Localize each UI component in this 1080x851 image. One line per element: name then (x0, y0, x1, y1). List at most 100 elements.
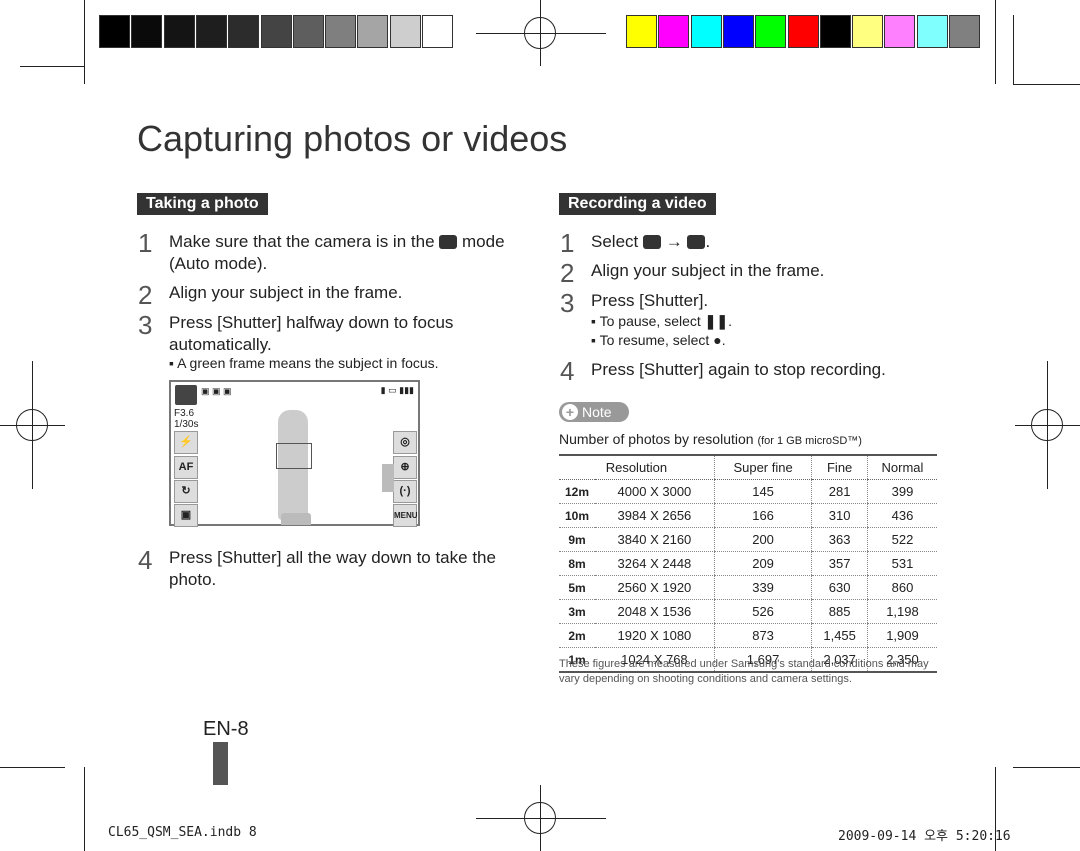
table-cell: 531 (866, 551, 937, 576)
crop-mark (995, 0, 996, 84)
expand-arrow-icon (382, 464, 394, 492)
step-number: 4 (560, 356, 575, 386)
bullet: ▪ A green frame means the subject in foc… (169, 355, 439, 371)
registration-circle (524, 17, 556, 49)
step-4-text: Press [Shutter] again to stop recording. (591, 360, 886, 379)
bullet: ▪ To pause, select ❚❚. (591, 313, 733, 329)
step-number: 2 (560, 258, 575, 288)
table-cell: 3984 X 2656 (595, 503, 715, 528)
camera-icon (439, 235, 458, 249)
status-icons: ▣ ▣ ▣ (201, 386, 232, 396)
focus-frame (276, 443, 312, 469)
up-arrow-icon (281, 513, 311, 525)
resolution-table: Resolution Super fine Fine Normal 12m 4000 X… (559, 454, 937, 673)
table-row: 5m 2560 X 1920 339 630 860 (559, 575, 937, 600)
table-cell: 526 (713, 599, 812, 624)
column-header: Super fine (713, 454, 812, 480)
footer-filename: CL65_QSM_SEA.indb 8 (108, 825, 257, 840)
table-cell: 145 (713, 479, 812, 504)
table-title: Number of photos by resolution (for 1 GB… (559, 431, 862, 447)
table-cell: 522 (866, 527, 937, 552)
column-header: Resolution (559, 454, 715, 480)
column-header: Fine (811, 454, 868, 480)
plus-icon: + (562, 404, 578, 420)
table-cell: 339 (713, 575, 812, 600)
page-title: Capturing photos or videos (137, 118, 568, 159)
wifi-icon: (·) (393, 480, 417, 503)
table-cell: 873 (713, 623, 812, 648)
table-row: 10m 3984 X 2656 166 310 436 (559, 503, 937, 528)
table-cell: 1,455 (811, 623, 868, 648)
af-button: AF (174, 456, 198, 479)
column-header: Normal (866, 454, 937, 480)
registration-circle (1031, 409, 1063, 441)
resolution-icon: 2m (559, 623, 595, 648)
color-swatch (949, 15, 980, 48)
section-header-recording-video: Recording a video (559, 193, 716, 215)
table-cell: 166 (713, 503, 812, 528)
focus-area-icon: ⊕ (393, 456, 417, 479)
page-number: EN-8 (203, 718, 249, 740)
step-1-text: Select → . (591, 232, 711, 251)
step-3-text: Press [Shutter] halfway down to focus aut… (169, 313, 454, 354)
note-badge: + Note (559, 402, 629, 422)
page-tab-marker (213, 742, 228, 785)
resolution-icon: 9m (559, 527, 595, 552)
table-cell: 363 (811, 527, 868, 552)
pause-icon: ❚❚ (704, 313, 729, 329)
table-cell: 885 (811, 599, 868, 624)
gray-swatch (422, 15, 453, 48)
timer-off-icon: ↻ (174, 480, 198, 503)
footer-timestamp: 2009-09-14 오후 5:20:16 (838, 829, 1011, 844)
crop-mark (0, 767, 65, 768)
video-camera-icon (687, 235, 706, 249)
table-cell: 630 (811, 575, 868, 600)
color-swatch (787, 15, 819, 48)
step-1-text: Make sure that the camera is in the mode… (169, 232, 505, 273)
display-icon: ▣ (174, 504, 198, 527)
table-cell: 281 (811, 479, 868, 504)
resolution-icon: 5m (559, 575, 595, 600)
exposure-info: F3.6 1/30s (174, 408, 199, 430)
registration-circle (524, 802, 556, 834)
table-cell: 436 (866, 503, 937, 528)
battery-icon: ▮ ▭ ▮▮▮ (380, 385, 414, 395)
step-number: 1 (560, 228, 575, 258)
table-row: 2m 1920 X 1080 873 1,455 1,909 (559, 623, 937, 648)
gray-swatch (131, 15, 163, 48)
step-number: 3 (560, 288, 575, 318)
registration-circle (16, 409, 48, 441)
table-cell: 3840 X 2160 (595, 527, 715, 552)
resolution-icon: 8m (559, 551, 595, 576)
color-swatch (626, 15, 657, 48)
step-number: 1 (138, 228, 153, 258)
gray-swatch (325, 15, 357, 48)
color-swatch (658, 15, 690, 48)
table-cell: 209 (713, 551, 812, 576)
table-row: 3m 2048 X 1536 526 885 1,198 (559, 599, 937, 624)
crop-mark (1013, 15, 1014, 84)
camera-screen-illustration: ▣ ▣ ▣ ▮ ▭ ▮▮▮ F3.6 1/30s ⚡ AF ↻ ▣ ◎ ⊕ (·)… (169, 380, 420, 527)
step-3-text: Press [Shutter]. (591, 291, 709, 310)
gray-swatch (99, 15, 130, 48)
crop-mark (20, 66, 84, 67)
gray-swatch (228, 15, 260, 48)
crop-mark (1013, 84, 1080, 85)
step-4-text: Press [Shutter] all the way down to take… (169, 548, 496, 589)
table-row: 8m 3264 X 2448 209 357 531 (559, 551, 937, 576)
step-number: 4 (138, 545, 153, 575)
color-swatch (884, 15, 916, 48)
color-swatch (916, 15, 948, 48)
table-cell: 310 (811, 503, 868, 528)
resolution-icon: 3m (559, 599, 595, 624)
crop-mark (1013, 767, 1080, 768)
table-cell: 1920 X 1080 (595, 623, 715, 648)
table-cell: 357 (811, 551, 868, 576)
record-icon: ● (713, 332, 722, 348)
color-swatch (852, 15, 884, 48)
camera-icon (642, 235, 661, 249)
table-cell: 860 (866, 575, 937, 600)
gray-swatch (260, 15, 292, 48)
resolution-icon: 12m (559, 479, 595, 504)
menu-button: MENU (393, 504, 418, 527)
